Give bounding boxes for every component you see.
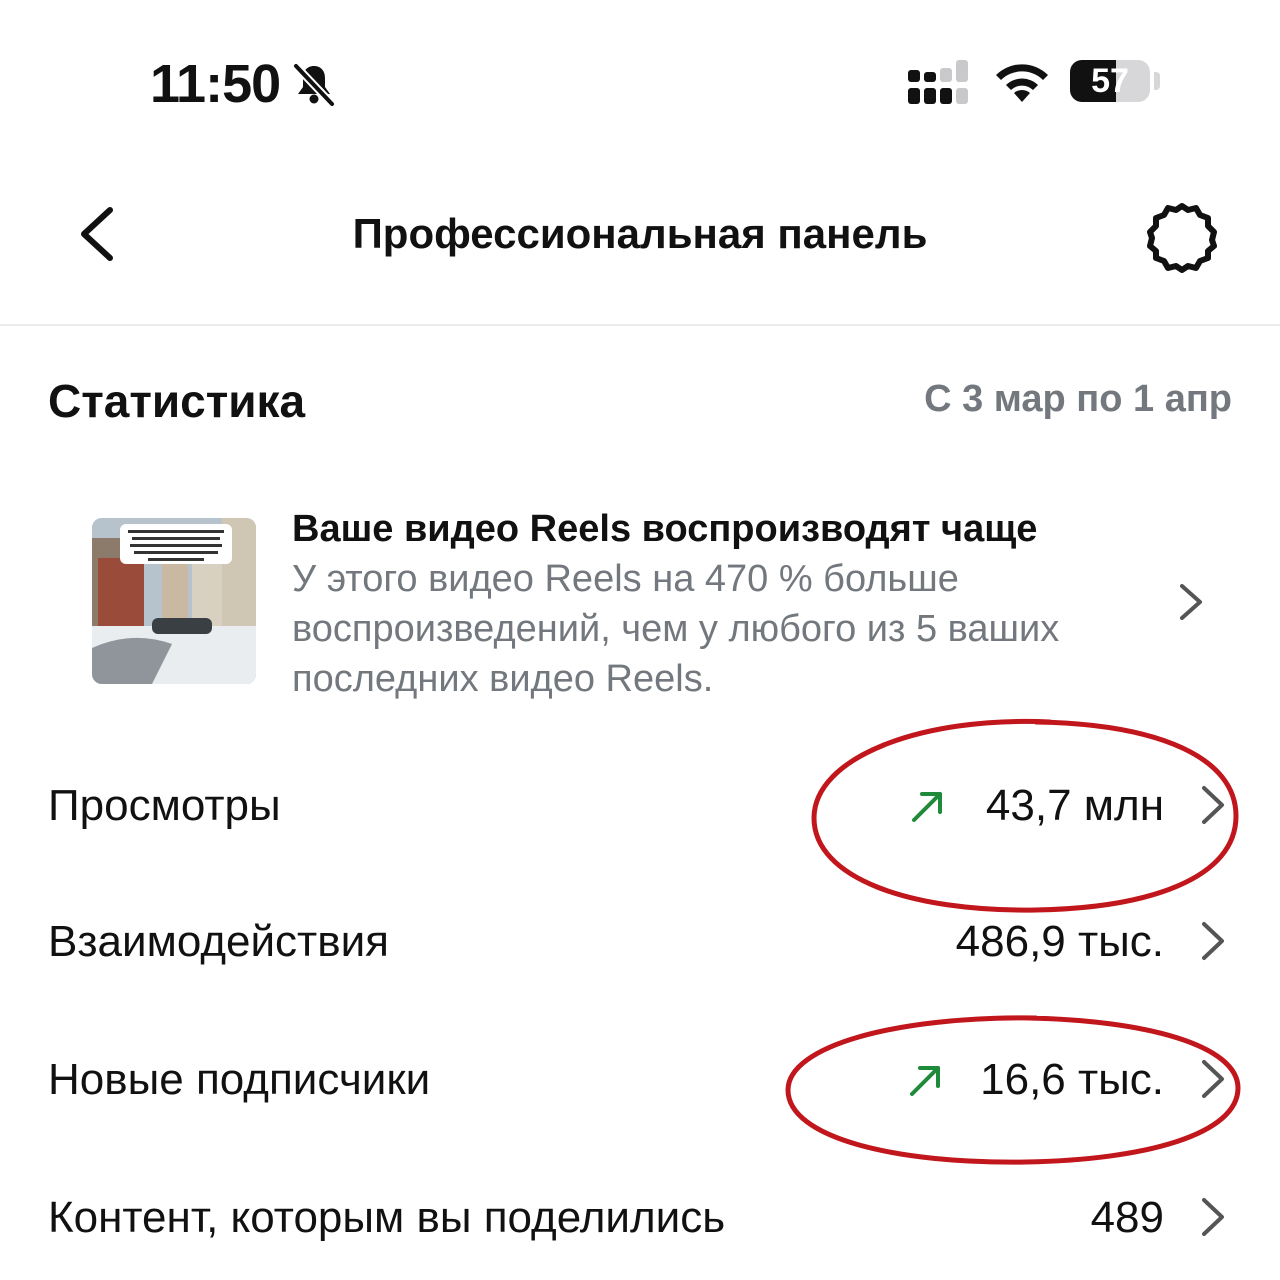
chevron-left-icon	[81, 207, 113, 261]
settings-button[interactable]	[1140, 196, 1224, 280]
battery-icon: 57	[1070, 58, 1164, 106]
chevron-right-icon[interactable]	[1194, 782, 1230, 828]
signal-icon	[908, 60, 968, 104]
wifi-icon	[996, 64, 1048, 102]
section-title: Статистика	[48, 375, 306, 427]
chevron-right-icon[interactable]	[1172, 580, 1208, 624]
metric-value-new-followers: 16,6 тыс.	[980, 1055, 1164, 1104]
reel-thumbnail[interactable]	[92, 518, 256, 684]
reel-card-description: У этого видео Reels на 470 % больше восп…	[292, 558, 1060, 700]
metric-value-views: 43,7 млн	[985, 781, 1164, 830]
header-divider	[0, 324, 1280, 326]
metric-label-interactions[interactable]: Взаимодействия	[48, 914, 389, 970]
metric-label-new-followers[interactable]: Новые подписчики	[48, 1052, 430, 1108]
chevron-right-icon[interactable]	[1194, 1194, 1230, 1240]
page-title: Профессиональная панель	[352, 210, 928, 257]
status-time: 11:50	[150, 54, 281, 114]
trend-up-icon	[912, 792, 942, 822]
gear-icon	[1147, 203, 1217, 273]
metric-label-shared-content[interactable]: Контент, которым вы поделились	[48, 1190, 725, 1246]
chevron-right-icon[interactable]	[1194, 918, 1230, 964]
chevron-right-icon[interactable]	[1194, 1056, 1230, 1102]
battery-percent: 57	[1091, 62, 1129, 100]
metric-value-shared-content: 489	[1090, 1193, 1164, 1242]
metric-value-interactions: 486,9 тыс.	[955, 917, 1164, 966]
trend-up-icon	[910, 1066, 940, 1096]
metric-label-views[interactable]: Просмотры	[48, 778, 281, 834]
reel-card-title: Ваше видео Reels воспроизводят чаще	[292, 508, 1038, 550]
reel-thumbnail-image	[92, 518, 256, 684]
bell-muted-icon	[293, 63, 335, 107]
date-range-selector[interactable]: С 3 мар по 1 апр	[924, 372, 1232, 426]
back-button[interactable]	[62, 196, 138, 272]
